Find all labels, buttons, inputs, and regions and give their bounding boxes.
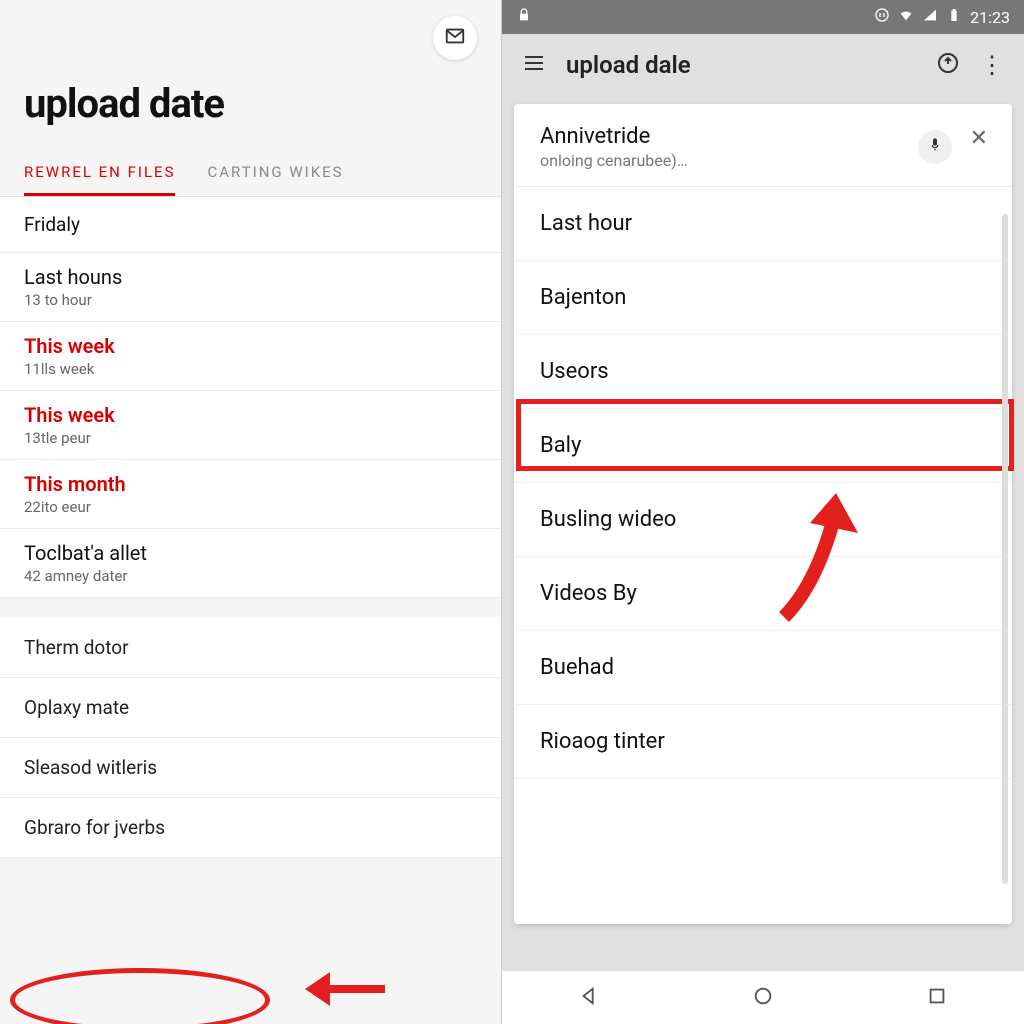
filter-sub: 13tle peur bbox=[24, 429, 477, 447]
list-item[interactable]: Bajenton bbox=[514, 261, 1012, 335]
filter-sub: 11lls week bbox=[24, 360, 477, 378]
right-pane: 21:23 upload dale ⋮ Annivetride onloing … bbox=[502, 0, 1024, 1024]
sublist-item[interactable]: Sleasod witleris bbox=[0, 738, 501, 798]
upload-dale-card: Annivetride onloing cenarubee)… ✕ Last h… bbox=[514, 104, 1012, 924]
list-item[interactable]: Buehad bbox=[514, 631, 1012, 705]
lock-icon bbox=[516, 7, 532, 27]
filter-item[interactable]: Toclbat'a allet 42 amney dater bbox=[0, 529, 501, 598]
filter-sub: 42 amney dater bbox=[24, 567, 477, 585]
nav-bar bbox=[502, 970, 1024, 1024]
filter-label: This month bbox=[24, 472, 477, 496]
card-header-title: Annivetride bbox=[540, 124, 904, 149]
envelope-button[interactable] bbox=[433, 16, 477, 60]
filter-item[interactable]: This month 22ito eeur bbox=[0, 460, 501, 529]
sublist-item[interactable]: Therm dotor bbox=[0, 618, 501, 678]
more-icon[interactable]: ⋮ bbox=[980, 53, 1004, 77]
filter-list: Fridaly Last houns 13 to hour This week … bbox=[0, 197, 501, 598]
mic-icon bbox=[927, 137, 943, 157]
filter-item[interactable]: Fridaly bbox=[0, 197, 501, 253]
app-bar: upload dale ⋮ bbox=[502, 34, 1024, 96]
card-list: Last hour Bajenton Useors Baly Busling w… bbox=[514, 187, 1012, 779]
list-item[interactable]: Busling wideo bbox=[514, 483, 1012, 557]
voice-button[interactable] bbox=[918, 130, 952, 164]
tab-carting-wikes[interactable]: CARTING WIKES bbox=[207, 155, 343, 196]
hamburger-menu-icon[interactable] bbox=[522, 51, 546, 79]
battery-icon bbox=[946, 7, 962, 27]
list-item[interactable]: Last hour bbox=[514, 187, 1012, 261]
envelope-icon bbox=[444, 25, 466, 51]
card-header-sub: onloing cenarubee)… bbox=[540, 151, 904, 170]
wifi-icon bbox=[898, 7, 914, 27]
list-item[interactable]: Useors bbox=[514, 335, 1012, 409]
nav-home-button[interactable] bbox=[752, 985, 774, 1011]
filter-label: This week bbox=[24, 334, 477, 358]
tab-rewrel-en-files[interactable]: REWREL EN FILES bbox=[24, 155, 175, 196]
filter-item[interactable]: This week 11lls week bbox=[0, 322, 501, 391]
filter-label: Toclbat'a allet bbox=[24, 541, 477, 565]
card-header: Annivetride onloing cenarubee)… ✕ bbox=[514, 104, 1012, 187]
sublist: Therm dotor Oplaxy mate Sleasod witleris… bbox=[0, 618, 501, 858]
close-icon: ✕ bbox=[970, 126, 988, 151]
filter-label: Fridaly bbox=[24, 213, 477, 236]
filter-label: This week bbox=[24, 403, 477, 427]
highlight-ellipse bbox=[10, 968, 270, 1024]
sublist-item[interactable]: Gbraro for jverbs bbox=[0, 798, 501, 858]
filter-item[interactable]: This week 13tle peur bbox=[0, 391, 501, 460]
cast-icon[interactable] bbox=[936, 51, 960, 79]
signal-icon bbox=[922, 7, 938, 27]
filter-sub: 22ito eeur bbox=[24, 498, 477, 516]
status-time: 21:23 bbox=[970, 8, 1010, 27]
annotation-arrow-icon bbox=[300, 964, 390, 1014]
left-pane: upload date REWREL EN FILES CARTING WIKE… bbox=[0, 0, 502, 1024]
list-item[interactable]: Rioaog tinter bbox=[514, 705, 1012, 779]
close-button[interactable]: ✕ bbox=[966, 124, 992, 153]
sublist-item[interactable]: Oplaxy mate bbox=[0, 678, 501, 738]
nfc-icon bbox=[874, 7, 890, 27]
list-item[interactable]: Baly bbox=[514, 409, 1012, 483]
nav-recent-button[interactable] bbox=[926, 985, 948, 1011]
tabs: REWREL EN FILES CARTING WIKES bbox=[0, 155, 501, 197]
filter-sub: 13 to hour bbox=[24, 291, 477, 309]
list-item[interactable]: Videos By bbox=[514, 557, 1012, 631]
filter-label: Last houns bbox=[24, 265, 477, 289]
appbar-title: upload dale bbox=[566, 51, 916, 79]
status-bar: 21:23 bbox=[502, 0, 1024, 34]
scrollbar[interactable] bbox=[1002, 214, 1008, 884]
nav-back-button[interactable] bbox=[578, 985, 600, 1011]
page-title: upload date bbox=[0, 0, 501, 155]
filter-item[interactable]: Last houns 13 to hour bbox=[0, 253, 501, 322]
